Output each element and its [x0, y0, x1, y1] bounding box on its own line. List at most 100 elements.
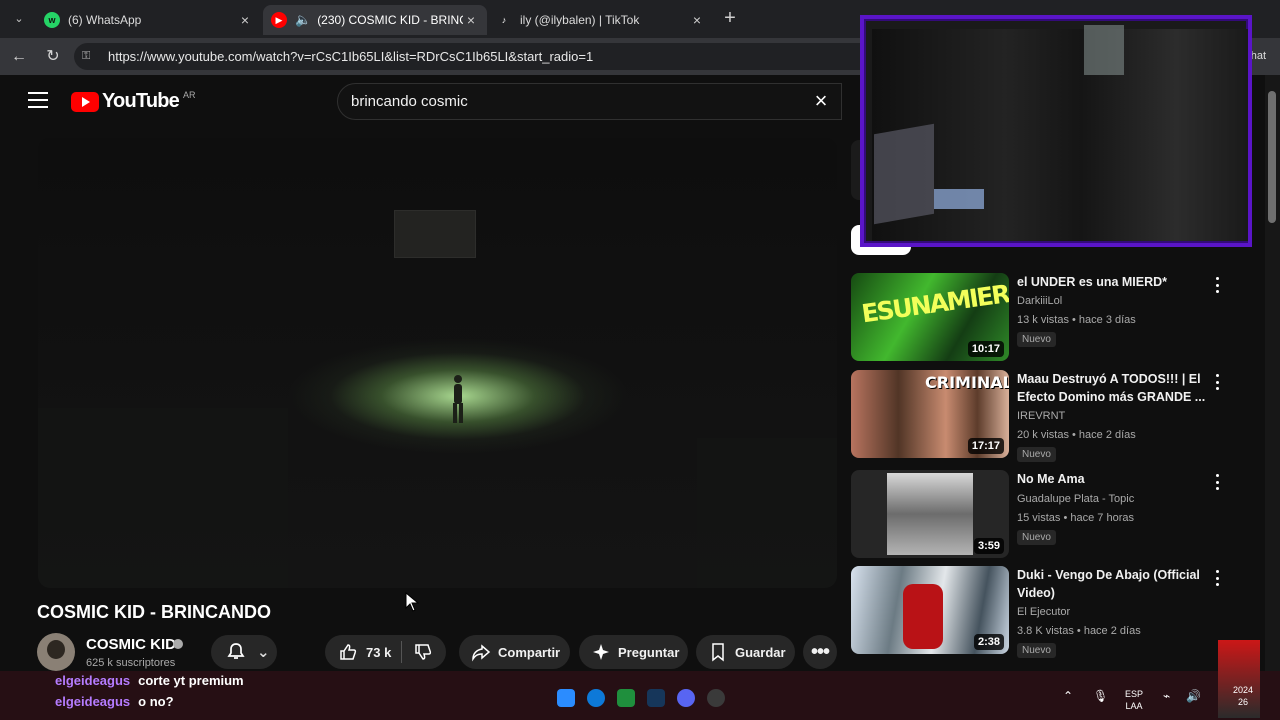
- recommendation-channel[interactable]: El Ejecutor: [1017, 606, 1070, 618]
- clear-icon[interactable]: ×: [811, 90, 831, 112]
- share-button[interactable]: Compartir: [459, 635, 570, 669]
- scrollbar-thumb[interactable]: [1268, 91, 1276, 223]
- discord-icon[interactable]: [677, 689, 695, 707]
- windows-start-icon[interactable]: [557, 689, 575, 707]
- windows-taskbar: [0, 680, 1280, 720]
- tab-title: ily (@ilybalen) | TikTok: [520, 13, 640, 27]
- recommendation-channel[interactable]: IREVRNT: [1017, 410, 1065, 422]
- video-scene-window: [394, 210, 476, 258]
- volume-icon[interactable]: 🔊: [1186, 690, 1201, 702]
- ask-button[interactable]: Preguntar: [579, 635, 688, 669]
- youtube-logo[interactable]: YouTube AR: [71, 90, 196, 113]
- more-vertical-icon[interactable]: [1216, 374, 1222, 390]
- youtube-play-icon: [71, 91, 99, 112]
- thumbnail-art: ESUNAMIERD: [859, 276, 1009, 329]
- more-horizontal-icon: •••: [810, 641, 830, 663]
- site-info-icon[interactable]: ⚿: [82, 50, 100, 63]
- thumbnail-art: CRIMINALES?: [925, 373, 1009, 392]
- thumbs-down-icon[interactable]: [412, 641, 434, 663]
- recommendation-channel[interactable]: DarkiiiLol: [1017, 295, 1062, 307]
- bell-icon: [225, 641, 247, 663]
- recommendation-title[interactable]: No Me Ama: [1017, 470, 1207, 488]
- video-thumbnail[interactable]: 3:59: [851, 470, 1009, 558]
- more-vertical-icon[interactable]: [1216, 570, 1222, 586]
- thumbnail-art: [887, 473, 973, 555]
- recommendation-item[interactable]: CRIMINALES? 17:17 Maau Destruyó A TODOS!…: [851, 370, 1231, 462]
- steam-icon[interactable]: [647, 689, 665, 707]
- recommendation-title[interactable]: el UNDER es una MIERD*: [1017, 273, 1207, 291]
- recommendation-channel[interactable]: Guadalupe Plata - Topic: [1017, 493, 1134, 505]
- thumbnail-art: [903, 584, 943, 649]
- side-panel-label[interactable]: hat: [1251, 50, 1266, 62]
- channel-avatar[interactable]: [37, 633, 75, 671]
- recommendation-title[interactable]: Maau Destruyó A TODOS!!! | El Efecto Dom…: [1017, 370, 1207, 406]
- clock[interactable]: 2024 26: [1233, 684, 1253, 708]
- video-thumbnail[interactable]: 2:38: [851, 566, 1009, 654]
- recommendation-item[interactable]: ESUNAMIERD 10:17 el UNDER es una MIERD* …: [851, 273, 1231, 363]
- network-icon[interactable]: ⌁: [1163, 690, 1170, 702]
- save-label: Guardar: [735, 644, 786, 660]
- microphone-icon[interactable]: 🎙: [1093, 690, 1108, 702]
- country-code: AR: [182, 90, 196, 100]
- new-tab-button[interactable]: +: [720, 8, 740, 30]
- search-value: brincando cosmic: [351, 93, 468, 110]
- tab-youtube[interactable]: ▶ 🔈 (230) COSMIC KID - BRINCAN ×: [263, 5, 487, 35]
- tiktok-icon: ♪: [501, 15, 507, 25]
- recommendation-meta: 3.8 K vistas • hace 2 días: [1017, 625, 1141, 637]
- close-icon[interactable]: ×: [689, 12, 705, 28]
- reload-button[interactable]: ↻: [42, 46, 64, 68]
- language-indicator[interactable]: ESP LAA: [1125, 688, 1143, 712]
- video-scene-shadow: [38, 408, 288, 588]
- obs-icon[interactable]: [707, 689, 725, 707]
- webcam-keyboard: [934, 189, 984, 209]
- close-icon[interactable]: ×: [237, 12, 253, 28]
- more-vertical-icon[interactable]: [1216, 277, 1222, 293]
- speaker-icon[interactable]: 🔈: [295, 12, 311, 28]
- duration-badge: 2:38: [973, 634, 1004, 650]
- whatsapp-icon: w: [44, 12, 60, 28]
- back-button[interactable]: ←: [8, 46, 30, 68]
- recommendation-item[interactable]: 2:38 Duki - Vengo De Abajo (Official Vid…: [851, 566, 1231, 658]
- close-icon[interactable]: ×: [463, 12, 479, 28]
- chevron-down-icon: ⌄: [257, 644, 270, 661]
- clock-time: 2024: [1233, 685, 1254, 695]
- recommendation-meta: 20 k vistas • hace 2 días: [1017, 429, 1136, 441]
- new-badge: Nuevo: [1017, 643, 1056, 658]
- new-badge: Nuevo: [1017, 447, 1056, 462]
- webcam-overlay: [860, 15, 1252, 247]
- edge-browser-icon[interactable]: [587, 689, 605, 707]
- save-button[interactable]: Guardar: [696, 635, 795, 669]
- notification-button[interactable]: ⌄: [211, 635, 277, 669]
- video-player[interactable]: [38, 138, 837, 588]
- channel-name[interactable]: COSMIC KID: [86, 636, 176, 653]
- more-vertical-icon[interactable]: [1216, 474, 1222, 490]
- recommendation-item[interactable]: 3:59 No Me Ama Guadalupe Plata - Topic 1…: [851, 470, 1231, 560]
- tab-tiktok[interactable]: ♪ ily (@ilybalen) | TikTok ×: [488, 5, 713, 35]
- recommendation-title[interactable]: Duki - Vengo De Abajo (Official Video): [1017, 566, 1207, 602]
- video-thumbnail[interactable]: CRIMINALES? 17:17: [851, 370, 1009, 458]
- like-dislike-group: 73 k: [325, 635, 446, 669]
- excel-icon[interactable]: [617, 689, 635, 707]
- menu-icon[interactable]: [28, 92, 48, 108]
- sparkle-icon: [591, 641, 611, 663]
- search-input[interactable]: brincando cosmic ×: [337, 83, 842, 120]
- tab-whatsapp[interactable]: w (6) WhatsApp ×: [36, 5, 261, 35]
- divider: [401, 641, 403, 663]
- tab-title: (6) WhatsApp: [68, 13, 142, 27]
- subscriber-count: 625 k suscriptores: [86, 657, 176, 669]
- webcam-window-light: [1084, 25, 1124, 75]
- tab-search-menu-icon[interactable]: ⌄: [8, 8, 30, 30]
- ask-label: Preguntar: [618, 644, 680, 660]
- page-scrollbar[interactable]: [1265, 75, 1280, 671]
- logo-text: YouTube: [102, 90, 180, 112]
- more-actions-button[interactable]: •••: [803, 635, 837, 669]
- video-thumbnail[interactable]: ESUNAMIERD 10:17: [851, 273, 1009, 361]
- chevron-up-icon[interactable]: ⌃: [1063, 690, 1073, 702]
- recommendation-meta: 15 vistas • hace 7 horas: [1017, 512, 1134, 524]
- new-badge: Nuevo: [1017, 332, 1056, 347]
- duration-badge: 3:59: [973, 538, 1004, 554]
- thumbs-up-icon[interactable]: [337, 641, 359, 663]
- address-bar[interactable]: ⚿ https://www.youtube.com/watch?v=rCsC1I…: [74, 43, 874, 70]
- url-text: https://www.youtube.com/watch?v=rCsC1Ib6…: [108, 49, 594, 64]
- tab-title: (230) COSMIC KID - BRINCAN: [317, 13, 463, 27]
